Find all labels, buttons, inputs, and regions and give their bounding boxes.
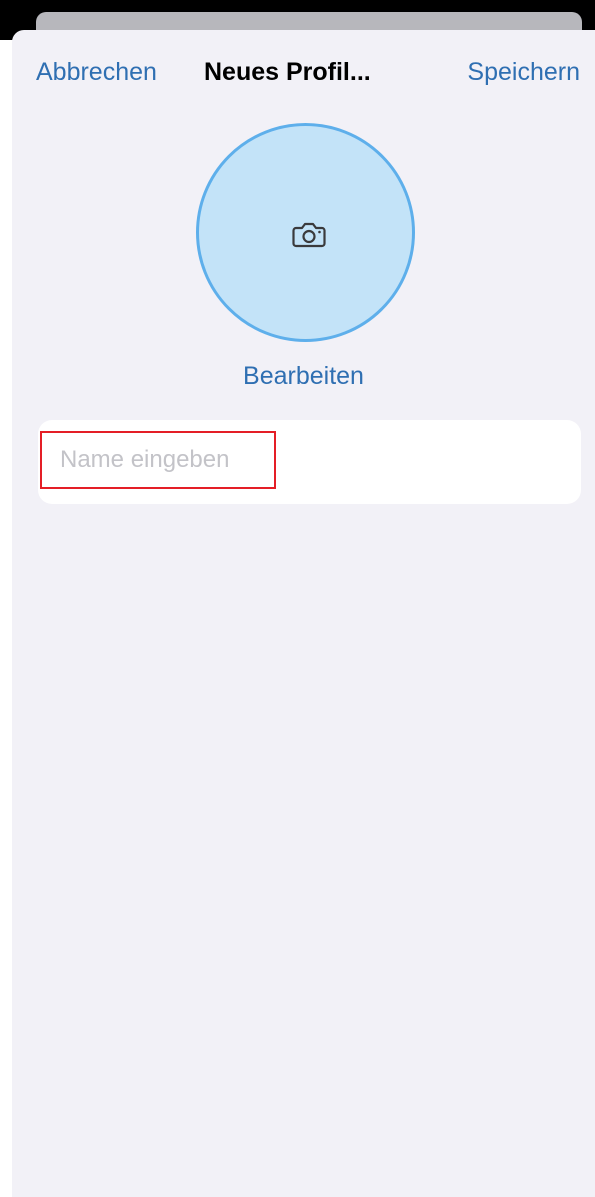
avatar-photo-button[interactable] [196,123,415,342]
name-input[interactable] [40,431,276,489]
new-profile-sheet: Abbrechen Neues Profil... Speichern Bear… [12,30,595,1197]
edit-photo-button[interactable]: Bearbeiten [12,360,595,392]
name-field-group [38,420,581,504]
page-title: Neues Profil... [204,58,371,86]
camera-icon [292,222,326,248]
cancel-button[interactable]: Abbrechen [36,56,157,88]
save-button[interactable]: Speichern [467,56,580,88]
